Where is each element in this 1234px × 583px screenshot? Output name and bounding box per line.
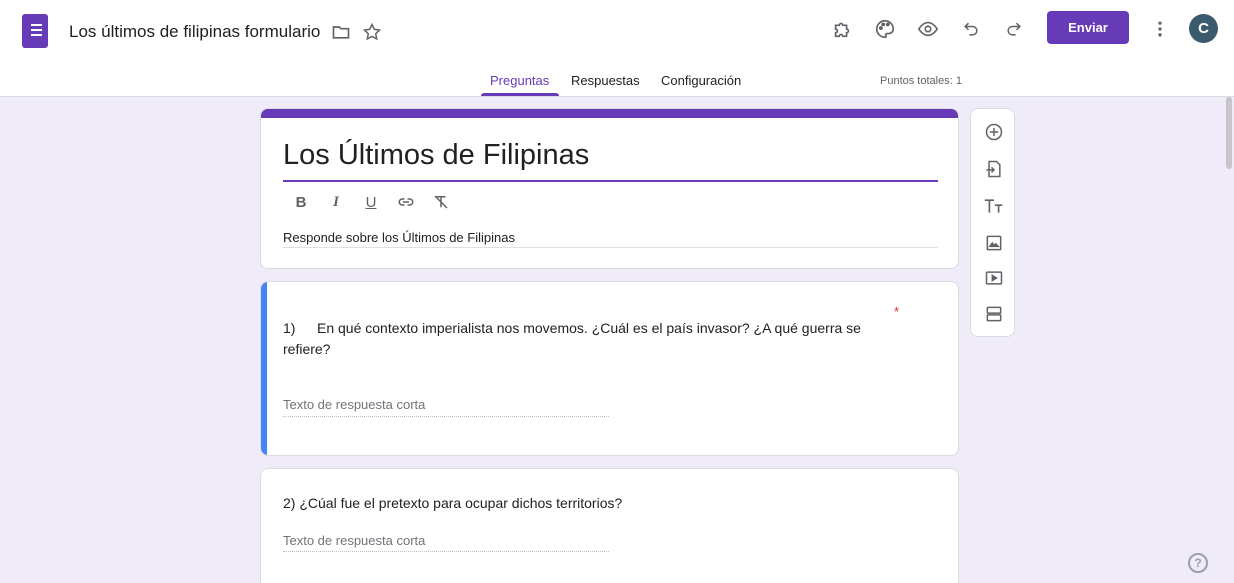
question-text: 2) ¿Cúal fue el pretexto para ocupar dic… [283,495,623,511]
tab-bar: Preguntas Respuestas Configuración Punto… [0,70,1234,97]
form-description-input[interactable]: Responde sobre los Últimos de Filipinas [283,230,515,245]
tab-configuracion[interactable]: Configuración [661,73,741,88]
active-tab-indicator [481,93,559,96]
underline-button[interactable]: U [361,191,381,213]
add-section-icon[interactable] [981,301,1006,326]
document-title[interactable]: Los últimos de filipinas formulario [69,22,320,42]
tab-respuestas[interactable]: Respuestas [571,73,640,88]
form-title-input[interactable]: Los Últimos de Filipinas [283,139,589,172]
redo-icon[interactable] [1000,15,1028,43]
tab-preguntas[interactable]: Preguntas [490,73,549,88]
add-question-icon[interactable] [981,119,1006,144]
short-answer-placeholder: Texto de respuesta corta [283,533,426,548]
required-asterisk: * [894,304,900,319]
top-bar: Los últimos de filipinas formulario Envi… [0,0,1234,97]
help-icon[interactable]: ? [1188,553,1208,573]
palette-icon[interactable] [871,15,899,43]
add-image-icon[interactable] [981,230,1006,255]
description-underline [283,247,938,248]
short-answer-line [283,416,609,417]
send-button[interactable]: Enviar [1047,11,1129,44]
folder-icon[interactable] [329,20,353,44]
question-card[interactable]: 1) En qué contexto imperialista nos movem… [260,281,959,456]
question-number: 1) [283,320,296,336]
floating-toolbar [970,108,1015,337]
question-card[interactable]: 2) ¿Cúal fue el pretexto para ocupar dic… [260,468,959,583]
avatar[interactable]: C [1189,14,1218,43]
scrollbar[interactable] [1224,97,1234,583]
question-text: En qué contexto imperialista nos movemos… [283,320,861,357]
scrollbar-thumb[interactable] [1226,97,1232,169]
star-icon[interactable] [360,20,384,44]
import-questions-icon[interactable] [981,156,1006,181]
short-answer-placeholder: Texto de respuesta corta [283,397,426,412]
header-color-strip [261,109,958,118]
addon-icon[interactable] [828,15,856,43]
bold-button[interactable]: B [291,191,311,213]
clear-format-icon[interactable] [431,191,451,213]
italic-button[interactable]: I [326,191,346,213]
link-icon[interactable] [396,191,416,213]
format-toolbar: B I U [291,191,451,213]
more-vert-icon[interactable] [1146,15,1174,43]
title-underline [283,180,938,182]
preview-icon[interactable] [914,15,942,43]
form-header-card[interactable]: Los Últimos de Filipinas B I U Responde … [260,108,959,269]
total-points: Puntos totales: 1 [880,75,962,87]
question-title: 1) En qué contexto imperialista nos movem… [283,318,893,360]
short-answer-line [283,551,609,552]
add-title-icon[interactable] [981,193,1006,218]
add-video-icon[interactable] [981,265,1006,290]
undo-icon[interactable] [957,15,985,43]
forms-logo-icon[interactable] [22,14,48,48]
